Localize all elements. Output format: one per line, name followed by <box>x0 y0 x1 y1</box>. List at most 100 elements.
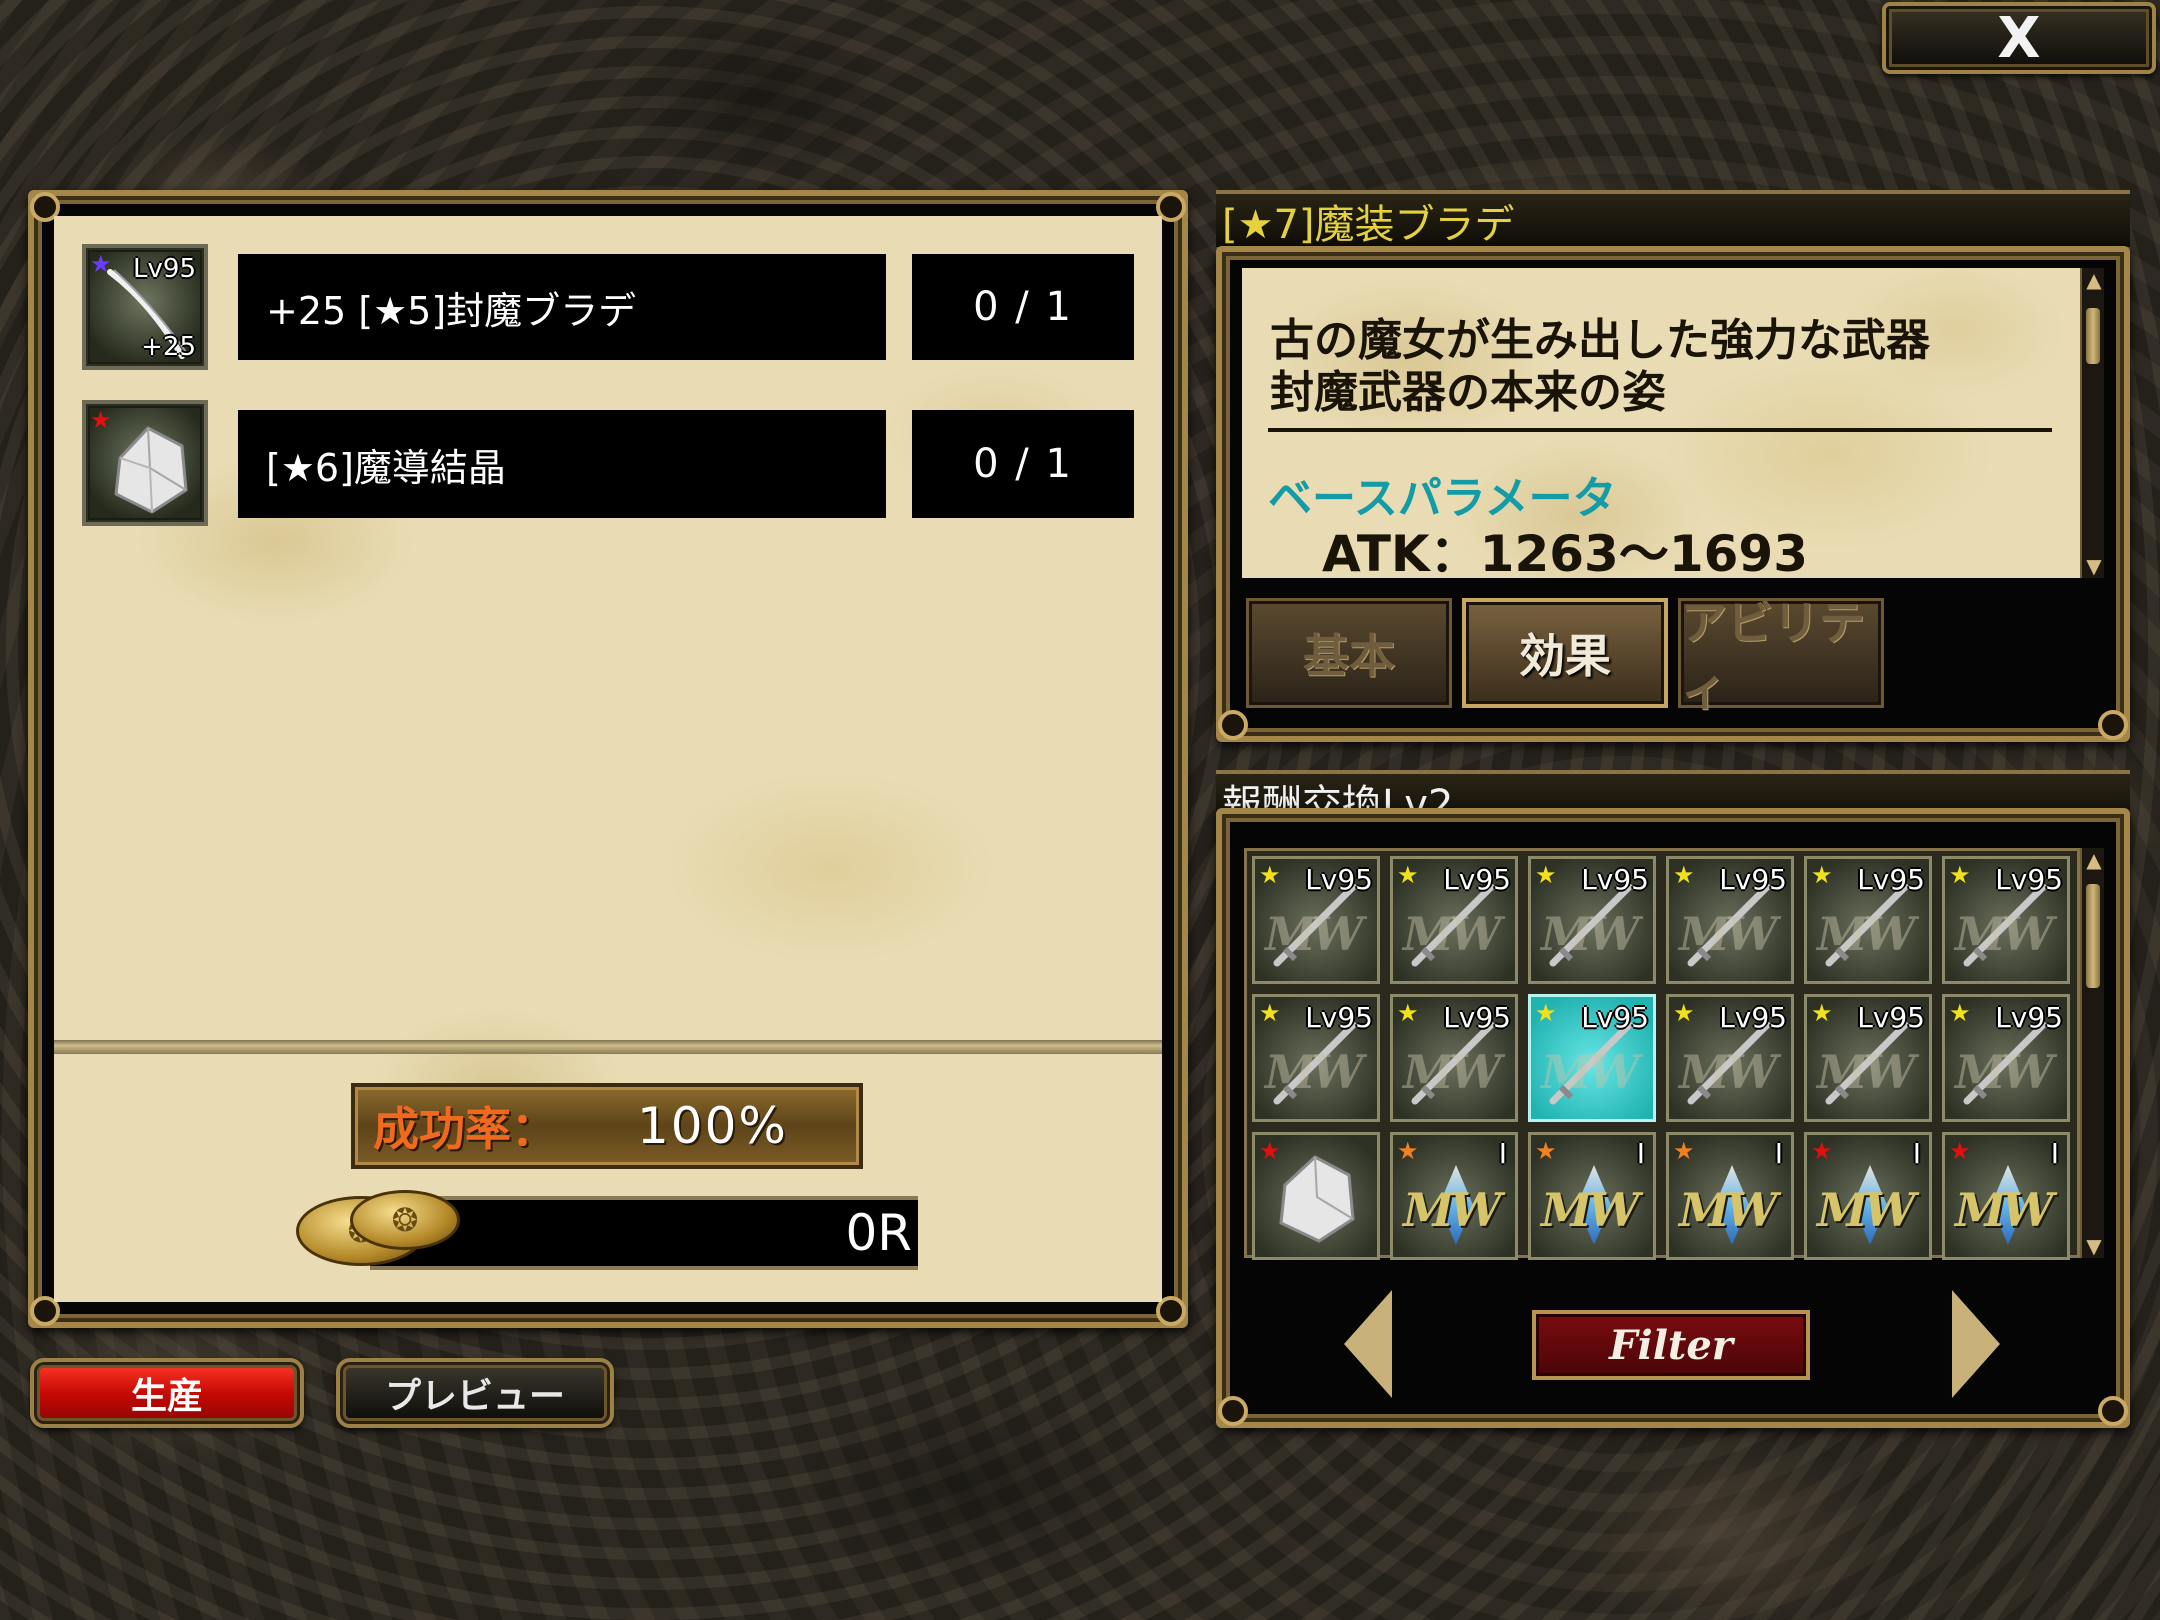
item-level: Lv95 <box>1305 1001 1373 1034</box>
scroll-down-icon[interactable]: ▼ <box>2084 554 2104 578</box>
mw-watermark: MW <box>1817 907 1916 961</box>
mw-watermark: MW <box>1403 1183 1502 1237</box>
mw-watermark: MW <box>1955 1045 2054 1099</box>
exchange-item-slot[interactable]: MW ★ I <box>1666 1132 1794 1260</box>
item-grade: I <box>1912 1137 1921 1170</box>
description-scrollbar[interactable]: ▲ ▼ <box>2080 268 2104 578</box>
material-icon-1[interactable]: ★ Lv95 +25 <box>82 244 208 370</box>
rarity-star-icon: ★ <box>1949 1137 1971 1165</box>
item-level: Lv95 <box>1857 863 1925 896</box>
scroll-down-icon[interactable]: ▼ <box>2084 1234 2104 1258</box>
tab-effect[interactable]: 効果 <box>1462 598 1668 708</box>
rarity-star-icon: ★ <box>1259 999 1281 1027</box>
exchange-item-slot[interactable]: MW ★ Lv95 <box>1666 994 1794 1122</box>
scroll-up-icon[interactable]: ▲ <box>2084 268 2104 292</box>
mw-watermark: MW <box>1403 907 1502 961</box>
rarity-star-icon: ★ <box>1535 1137 1557 1165</box>
item-grade: I <box>1498 1137 1507 1170</box>
mw-watermark: MW <box>1817 1183 1916 1237</box>
mw-watermark: MW <box>1541 907 1640 961</box>
exchange-item-slot[interactable]: MW ★ Lv95 <box>1252 994 1380 1122</box>
rarity-star-icon: ★ <box>1535 861 1557 889</box>
frame-corner-ornament <box>1218 1396 1248 1426</box>
item-level: Lv95 <box>133 254 196 284</box>
material-count-2: 0 / 1 <box>912 410 1134 518</box>
exchange-item-slot[interactable]: MW ★ Lv95 <box>1804 856 1932 984</box>
preview-button[interactable]: プレビュー <box>336 1358 614 1428</box>
rarity-star-icon: ★ <box>1535 999 1557 1027</box>
grid-scrollbar[interactable]: ▲ ▼ <box>2080 848 2104 1258</box>
produce-button[interactable]: 生産 <box>30 1358 304 1428</box>
frame-corner-ornament <box>2098 710 2128 740</box>
exchange-item-slot[interactable]: MW ★ Lv95 <box>1252 856 1380 984</box>
mw-watermark: MW <box>1679 1183 1778 1237</box>
frame-corner-ornament <box>2098 1396 2128 1426</box>
item-level: Lv95 <box>1719 1001 1787 1034</box>
material-name-1: +25 [★5]封魔ブラデ <box>238 254 886 360</box>
atk-value: ATK：1263～1693 <box>1322 525 1808 583</box>
exchange-item-slot[interactable]: MW ★ Lv95 <box>1390 856 1518 984</box>
tab-basic[interactable]: 基本 <box>1246 598 1452 708</box>
scroll-thumb[interactable] <box>2086 308 2100 364</box>
item-level: Lv95 <box>1995 1001 2063 1034</box>
mw-watermark: MW <box>1541 1183 1640 1237</box>
next-page-arrow-icon[interactable] <box>1952 1290 2000 1398</box>
rarity-star-icon: ★ <box>90 250 112 278</box>
mw-watermark: MW <box>1265 907 1364 961</box>
mw-watermark: MW <box>1817 1045 1916 1099</box>
rarity-star-icon: ★ <box>1259 861 1281 889</box>
close-button[interactable]: X <box>1882 2 2156 74</box>
rarity-star-icon: ★ <box>1949 861 1971 889</box>
scroll-up-icon[interactable]: ▲ <box>2084 848 2104 872</box>
success-rate-value: 100% <box>637 1097 788 1155</box>
mw-watermark: MW <box>1955 907 2054 961</box>
filter-button[interactable]: Filter <box>1532 1310 1810 1380</box>
exchange-item-slot[interactable]: MW ★ I <box>1528 1132 1656 1260</box>
item-level: Lv95 <box>1995 863 2063 896</box>
success-rate-label: 成功率： <box>373 1102 557 1156</box>
item-grade: I <box>2050 1137 2059 1170</box>
exchange-item-slot[interactable]: MW ★ I <box>1942 1132 2070 1260</box>
material-count-1: 0 / 1 <box>912 254 1134 360</box>
exchange-item-slot[interactable]: MW ★ I <box>1390 1132 1518 1260</box>
item-level: Lv95 <box>1581 863 1649 896</box>
item-level: Lv95 <box>1581 1001 1649 1034</box>
mw-watermark: MW <box>1679 1045 1778 1099</box>
prev-page-arrow-icon[interactable] <box>1344 1290 1392 1398</box>
item-plus: +25 <box>141 332 196 362</box>
exchange-item-slot[interactable]: MW ★ I <box>1804 1132 1932 1260</box>
rarity-star-icon: ★ <box>1673 861 1695 889</box>
exchange-item-slot[interactable]: MW ★ Lv95 <box>1666 856 1794 984</box>
item-level: Lv95 <box>1857 1001 1925 1034</box>
rarity-star-icon: ★ <box>1397 1137 1419 1165</box>
rarity-star-icon: ★ <box>1259 1137 1281 1165</box>
exchange-item-slot[interactable]: MW ★ Lv95 <box>1942 856 2070 984</box>
rarity-star-icon: ★ <box>1811 1137 1833 1165</box>
rarity-star-icon: ★ <box>1811 861 1833 889</box>
material-icon-2[interactable]: ★ <box>82 400 208 526</box>
mw-watermark: MW <box>1955 1183 2054 1237</box>
scroll-thumb[interactable] <box>2086 884 2100 988</box>
exchange-item-slot[interactable]: MW ★ Lv95 <box>1528 856 1656 984</box>
item-level: Lv95 <box>1443 1001 1511 1034</box>
item-level: Lv95 <box>1719 863 1787 896</box>
rarity-star-icon: ★ <box>1397 861 1419 889</box>
tab-ability[interactable]: アビリティ <box>1678 596 1884 716</box>
rarity-star-icon: ★ <box>1673 1137 1695 1165</box>
exchange-item-slot[interactable]: MW ★ Lv95 <box>1528 994 1656 1122</box>
mw-watermark: MW <box>1265 1045 1364 1099</box>
rarity-star-icon: ★ <box>1949 999 1971 1027</box>
item-grade: I <box>1774 1137 1783 1170</box>
exchange-item-slot[interactable]: MW ★ Lv95 <box>1390 994 1518 1122</box>
item-level: Lv95 <box>1305 863 1373 896</box>
material-name-2: [★6]魔導結晶 <box>238 410 886 518</box>
mw-watermark: MW <box>1541 1045 1640 1099</box>
exchange-item-slot[interactable]: MW ★ Lv95 <box>1804 994 1932 1122</box>
description-divider <box>1268 428 2052 432</box>
rarity-star-icon: ★ <box>1673 999 1695 1027</box>
rarity-star-icon: ★ <box>1811 999 1833 1027</box>
exchange-item-slot[interactable]: ★ <box>1252 1132 1380 1260</box>
rarity-star-icon: ★ <box>90 406 112 434</box>
coin-icon: ❂ <box>350 1190 460 1250</box>
exchange-item-slot[interactable]: MW ★ Lv95 <box>1942 994 2070 1122</box>
